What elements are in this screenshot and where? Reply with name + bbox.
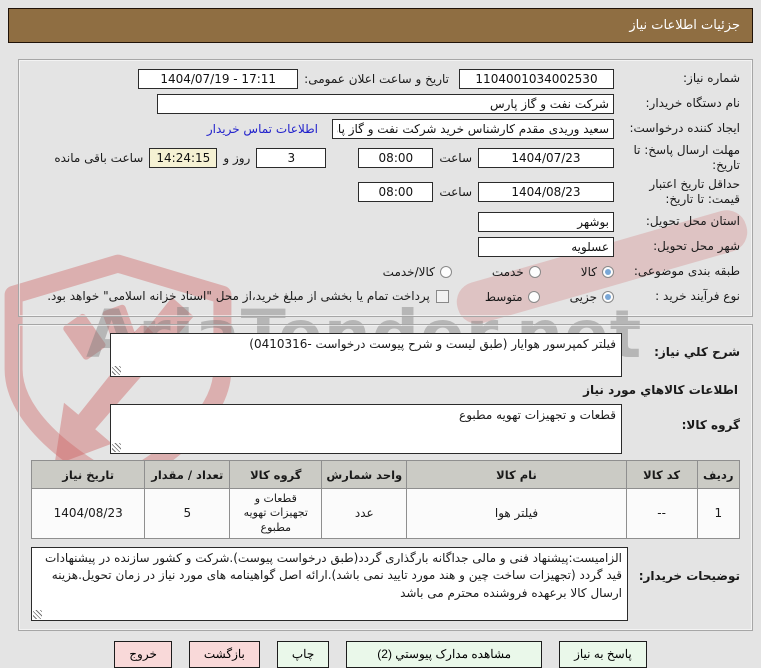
need-number-field[interactable] — [459, 68, 614, 89]
buyer-org-label: نام دستگاه خریدار: — [645, 96, 741, 110]
creator-row: ایجاد کننده درخواست: اطلاعات تماس خریدار — [31, 118, 740, 139]
buyer-notes-row: توضیحات خریدار: الزامیست:پیشنهاد فنی و م… — [31, 546, 740, 621]
price-validity-hour-field[interactable] — [358, 182, 434, 202]
goods-group-textarea[interactable]: قطعات و تجهیزات تهویه مطبوع — [110, 404, 622, 454]
cell-goods-code: -- — [625, 488, 698, 539]
cell-row-number: 1 — [696, 488, 741, 539]
goods-section-title: اطلاعات کالاهاي مورد نیاز — [583, 383, 738, 397]
buyer-notes-label: توضیحات خریدار: — [638, 568, 740, 583]
price-validity-row: حداقل تاریخ اعتبار قیمت: تا تاریخ: ساعت — [31, 177, 740, 207]
radio-goods-icon[interactable] — [602, 265, 614, 278]
buyer-contact-link[interactable]: اطلاعات تماس خریدار — [207, 122, 318, 136]
deadline-row: مهلت ارسال پاسخ: تا تاریخ: ساعت روز و سا… — [31, 143, 740, 173]
cell-goods-name: فیلتر هوا — [406, 488, 627, 539]
subject-option-goods-service[interactable]: کالا/خدمت — [383, 265, 452, 279]
subject-class-label: طبقه بندی موضوعی: — [633, 264, 740, 278]
city-label: شهر محل تحویل: — [653, 239, 740, 253]
buyer-org-field[interactable] — [157, 93, 614, 114]
process-option-medium[interactable]: متوسط — [485, 290, 540, 304]
creator-field[interactable] — [332, 118, 614, 139]
cell-quantity: 5 — [144, 488, 231, 539]
goods-table-row[interactable]: 1 -- فیلتر هوا عدد قطعات و تجهیزات تهویه… — [30, 488, 741, 539]
process-type-row: نوع فرآیند خرید : جزیی متوسط پرداخت تمام… — [31, 286, 740, 307]
deadline-label: مهلت ارسال پاسخ: تا تاریخ: — [633, 143, 740, 172]
reply-to-need-button[interactable]: پاسخ به نیاز — [559, 640, 647, 668]
goods-table: ردیف کد کالا نام کالا واحد شمارش گروه کا… — [30, 460, 741, 539]
province-field[interactable] — [478, 211, 614, 232]
col-need-date: تاریخ نیاز — [30, 460, 146, 489]
goods-group-text: قطعات و تجهیزات تهویه مطبوع — [459, 408, 616, 422]
treasury-payment-option[interactable]: پرداخت تمام یا بخشی از مبلغ خرید،از محل … — [47, 289, 449, 303]
need-desc-text: فیلتر کمپرسور هوایار (طبق لیست و شرح پیو… — [249, 337, 616, 351]
announce-datetime-field[interactable] — [138, 68, 299, 89]
days-remaining-field[interactable] — [256, 148, 327, 168]
deadline-hour-label: ساعت — [439, 151, 472, 165]
col-quantity: تعداد / مقدار — [144, 460, 231, 489]
goods-table-header-row: ردیف کد کالا نام کالا واحد شمارش گروه کا… — [30, 460, 741, 489]
col-goods-name: نام کالا — [406, 460, 627, 489]
city-field[interactable] — [478, 236, 614, 257]
resize-grip-icon[interactable] — [33, 609, 42, 619]
treasury-checkbox-icon[interactable] — [435, 289, 449, 303]
radio-minor-label: جزیی — [569, 289, 597, 304]
cell-goods-group: قطعات و تجهیزات تهویه مطبوع — [229, 488, 323, 539]
need-desc-textarea[interactable]: فیلتر کمپرسور هوایار (طبق لیست و شرح پیو… — [110, 333, 622, 377]
buyer-org-row: نام دستگاه خریدار: — [31, 93, 740, 114]
print-button[interactable]: چاپ — [276, 640, 330, 668]
request-info-panel: شماره نیاز: تاریخ و ساعت اعلان عمومی: نا… — [18, 59, 753, 317]
subject-option-goods[interactable]: کالا — [581, 265, 614, 279]
need-desc-row: شرح کلي نیاز: فیلتر کمپرسور هوایار (طبق … — [31, 333, 740, 377]
price-validity-label: حداقل تاریخ اعتبار قیمت: تا تاریخ: — [649, 177, 740, 206]
need-details-panel: شرح کلي نیاز: فیلتر کمپرسور هوایار (طبق … — [18, 324, 753, 631]
resize-grip-icon[interactable] — [112, 443, 121, 452]
remaining-label: ساعت باقی مانده — [54, 151, 144, 165]
treasury-checkbox-label: پرداخت تمام یا بخشی از مبلغ خرید،از محل … — [47, 289, 430, 304]
radio-goods-service-label: کالا/خدمت — [382, 264, 435, 279]
price-validity-hour-label: ساعت — [439, 185, 472, 199]
buyer-notes-textarea[interactable]: الزامیست:پیشنهاد فنی و مالی جداگانه بارگ… — [31, 546, 628, 621]
days-label: روز و — [223, 151, 251, 165]
goods-group-row: گروه کالا: قطعات و تجهیزات تهویه مطبوع — [31, 404, 740, 454]
radio-service-label: خدمت — [491, 264, 524, 279]
cell-need-date: 1404/08/23 — [30, 488, 146, 539]
need-number-row: شماره نیاز: تاریخ و ساعت اعلان عمومی: — [31, 68, 740, 89]
col-row-number: ردیف — [696, 460, 741, 489]
need-number-label: شماره نیاز: — [683, 71, 740, 85]
process-option-minor[interactable]: جزیی — [570, 290, 614, 304]
city-row: شهر محل تحویل: — [31, 236, 740, 257]
radio-service-icon[interactable] — [528, 265, 541, 278]
radio-goods-service-icon[interactable] — [439, 265, 452, 278]
goods-group-label: گروه کالا: — [681, 418, 740, 432]
radio-goods-label: کالا — [580, 264, 597, 279]
time-remaining-field[interactable] — [149, 148, 218, 168]
price-validity-date-field[interactable] — [478, 182, 614, 202]
announce-label: تاریخ و ساعت اعلان عمومی: — [304, 71, 449, 86]
col-unit: واحد شمارش — [321, 460, 408, 489]
col-goods-group: گروه کالا — [229, 460, 323, 489]
exit-button[interactable]: خروج — [114, 640, 172, 668]
process-type-label: نوع فرآیند خرید : — [655, 289, 740, 303]
deadline-hour-field[interactable] — [358, 148, 434, 168]
subject-option-service[interactable]: خدمت — [492, 265, 541, 279]
province-label: استان محل تحویل: — [645, 214, 740, 228]
radio-medium-icon[interactable] — [527, 290, 540, 303]
need-desc-label: شرح کلي نیاز: — [654, 345, 740, 359]
page-title: جزئیات اطلاعات نیاز — [629, 18, 740, 33]
page-title-bar: جزئیات اطلاعات نیاز — [8, 8, 753, 43]
cell-unit: عدد — [321, 488, 408, 539]
deadline-date-field[interactable] — [478, 148, 614, 168]
radio-minor-icon[interactable] — [602, 290, 614, 303]
view-attached-docs-button[interactable]: مشاهده مدارک پیوستي (2) — [346, 640, 543, 668]
subject-class-row: طبقه بندی موضوعی: کالا خدمت کالا/خدمت — [31, 261, 740, 282]
back-button[interactable]: بازگشت — [188, 640, 260, 668]
col-goods-code: کد کالا — [625, 460, 698, 489]
buyer-notes-text: الزامیست:پیشنهاد فنی و مالی جداگانه بارگ… — [44, 550, 622, 600]
radio-medium-label: متوسط — [484, 289, 523, 304]
creator-label: ایجاد کننده درخواست: — [629, 121, 740, 135]
resize-grip-icon[interactable] — [112, 366, 121, 375]
province-row: استان محل تحویل: — [31, 211, 740, 232]
action-buttons-bar: پاسخ به نیاز مشاهده مدارک پیوستي (2) چاپ… — [0, 640, 761, 668]
